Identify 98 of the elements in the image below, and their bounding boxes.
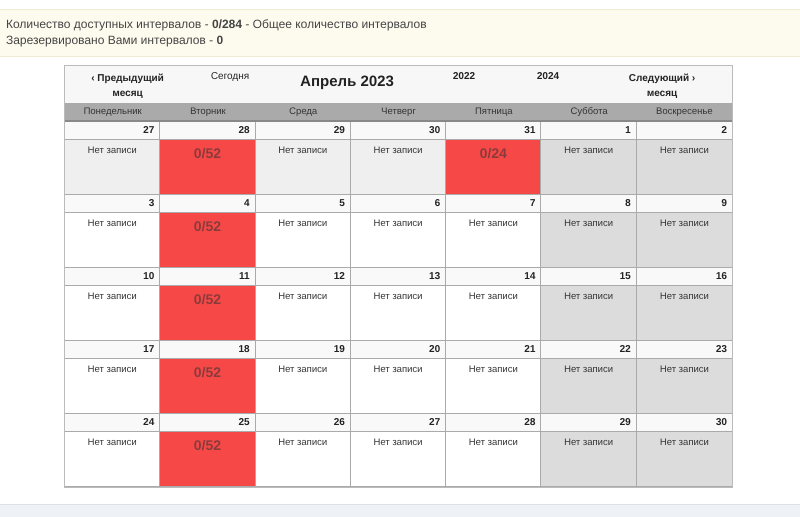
day-number: 30 xyxy=(350,122,446,140)
day-number: 24 xyxy=(65,414,160,432)
day-cell[interactable]: Нет записи xyxy=(256,140,350,194)
day-cell[interactable]: Нет записи xyxy=(65,140,160,194)
slot-count: 0/52 xyxy=(194,218,222,234)
next-month-link[interactable]: Следующий › месяц xyxy=(622,71,702,101)
day-number: 12 xyxy=(256,268,350,286)
no-records-text: Нет записи xyxy=(468,291,518,302)
no-records-text: Нет записи xyxy=(88,218,137,229)
day-number: 27 xyxy=(350,414,446,432)
no-records-text: Нет записи xyxy=(278,437,328,448)
day-number: 28 xyxy=(446,414,540,432)
day-number: 6 xyxy=(350,195,446,213)
day-number: 21 xyxy=(446,341,540,359)
day-number: 18 xyxy=(160,341,255,359)
no-records-text: Нет записи xyxy=(468,218,518,229)
day-number: 4 xyxy=(160,195,255,213)
day-number: 26 xyxy=(256,414,350,432)
no-records-text: Нет записи xyxy=(278,218,328,229)
day-number: 27 xyxy=(65,122,160,140)
day-number: 28 xyxy=(160,122,255,140)
no-records-text: Нет записи xyxy=(660,218,709,229)
day-number: 14 xyxy=(446,268,540,286)
no-records-text: Нет записи xyxy=(278,145,328,156)
day-cell[interactable]: Нет записи xyxy=(541,213,636,267)
day-cell[interactable]: Нет записи xyxy=(636,359,732,413)
weekday-label: Воскресенье xyxy=(655,105,714,119)
day-cell[interactable]: Нет записи xyxy=(636,213,732,267)
no-records-text: Нет записи xyxy=(564,218,614,229)
no-records-text: Нет записи xyxy=(88,145,137,156)
no-records-text: Нет записи xyxy=(564,145,614,156)
day-number: 23 xyxy=(636,341,732,359)
day-number: 1 xyxy=(541,122,636,140)
no-records-text: Нет записи xyxy=(374,218,422,229)
day-cell[interactable]: Нет записи xyxy=(541,359,636,413)
day-cell[interactable]: Нет записи xyxy=(541,432,636,486)
day-cell[interactable]: Нет записи xyxy=(636,140,732,194)
day-number: 5 xyxy=(256,195,350,213)
no-records-text: Нет записи xyxy=(468,437,518,448)
no-records-text: Нет записи xyxy=(278,291,328,302)
no-records-text: Нет записи xyxy=(468,364,518,375)
day-number: 10 xyxy=(65,268,160,286)
day-number: 7 xyxy=(446,195,540,213)
weekday-label: Вторник xyxy=(189,105,227,119)
no-records-text: Нет записи xyxy=(564,291,614,302)
day-number: 30 xyxy=(636,414,732,432)
day-cell[interactable]: Нет записи xyxy=(636,286,732,340)
weekday-label: Пятница xyxy=(474,105,514,119)
day-number: 22 xyxy=(541,341,636,359)
month-title: Апрель 2023 xyxy=(300,73,394,90)
previous-month-link[interactable]: ‹ Предыдущий месяц xyxy=(88,71,168,101)
day-number: 13 xyxy=(350,268,446,286)
slot-count: 0/52 xyxy=(194,364,222,380)
no-records-text: Нет записи xyxy=(278,364,328,375)
no-records-text: Нет записи xyxy=(660,364,709,375)
no-records-text: Нет записи xyxy=(660,145,709,156)
day-cell[interactable]: Нет записи xyxy=(541,140,636,194)
weekday-label: Понедельник xyxy=(82,105,143,119)
no-records-text: Нет записи xyxy=(88,364,137,375)
day-number: 20 xyxy=(350,341,446,359)
no-records-text: Нет записи xyxy=(88,437,137,448)
no-records-text: Нет записи xyxy=(660,291,709,302)
slot-count: 0/52 xyxy=(194,291,222,307)
day-cell[interactable]: Нет записи xyxy=(541,286,636,340)
next-year-link[interactable]: 2024 xyxy=(536,71,560,82)
no-records-text: Нет записи xyxy=(374,364,422,375)
no-records-text: Нет записи xyxy=(374,291,422,302)
no-records-text: Нет записи xyxy=(88,291,137,302)
previous-year-link[interactable]: 2022 xyxy=(452,71,476,82)
day-number: 29 xyxy=(541,414,636,432)
no-records-text: Нет записи xyxy=(564,364,614,375)
day-number: 17 xyxy=(65,341,160,359)
weekday-label: Среда xyxy=(288,105,318,119)
day-number: 19 xyxy=(256,341,350,359)
day-number: 11 xyxy=(160,268,255,286)
day-number: 15 xyxy=(541,268,636,286)
no-records-text: Нет записи xyxy=(374,437,422,448)
no-records-text: Нет записи xyxy=(660,437,709,448)
day-number: 16 xyxy=(636,268,732,286)
slot-count: 0/52 xyxy=(194,145,222,161)
notice-text: Зарезервировано Вами интервалов - 0 xyxy=(6,32,224,48)
today-link[interactable]: Сегодня xyxy=(210,71,250,82)
day-cell[interactable]: Нет записи xyxy=(350,140,446,194)
day-number: 25 xyxy=(160,414,255,432)
slot-count: 0/24 xyxy=(480,145,507,161)
no-records-text: Нет записи xyxy=(374,145,422,156)
day-number: 9 xyxy=(636,195,732,213)
day-cell[interactable]: Нет записи xyxy=(636,432,732,486)
day-number: 8 xyxy=(541,195,636,213)
day-number: 31 xyxy=(446,122,540,140)
no-records-text: Нет записи xyxy=(564,437,614,448)
notice-text: Количество доступных интервалов - 0/284 - Общее количество интервалов xyxy=(6,16,427,32)
weekday-label: Четверг xyxy=(380,105,417,119)
day-number: 2 xyxy=(636,122,732,140)
day-number: 29 xyxy=(256,122,350,140)
slot-count: 0/52 xyxy=(194,437,222,453)
day-number: 3 xyxy=(65,195,160,213)
weekday-label: Суббота xyxy=(569,105,609,119)
